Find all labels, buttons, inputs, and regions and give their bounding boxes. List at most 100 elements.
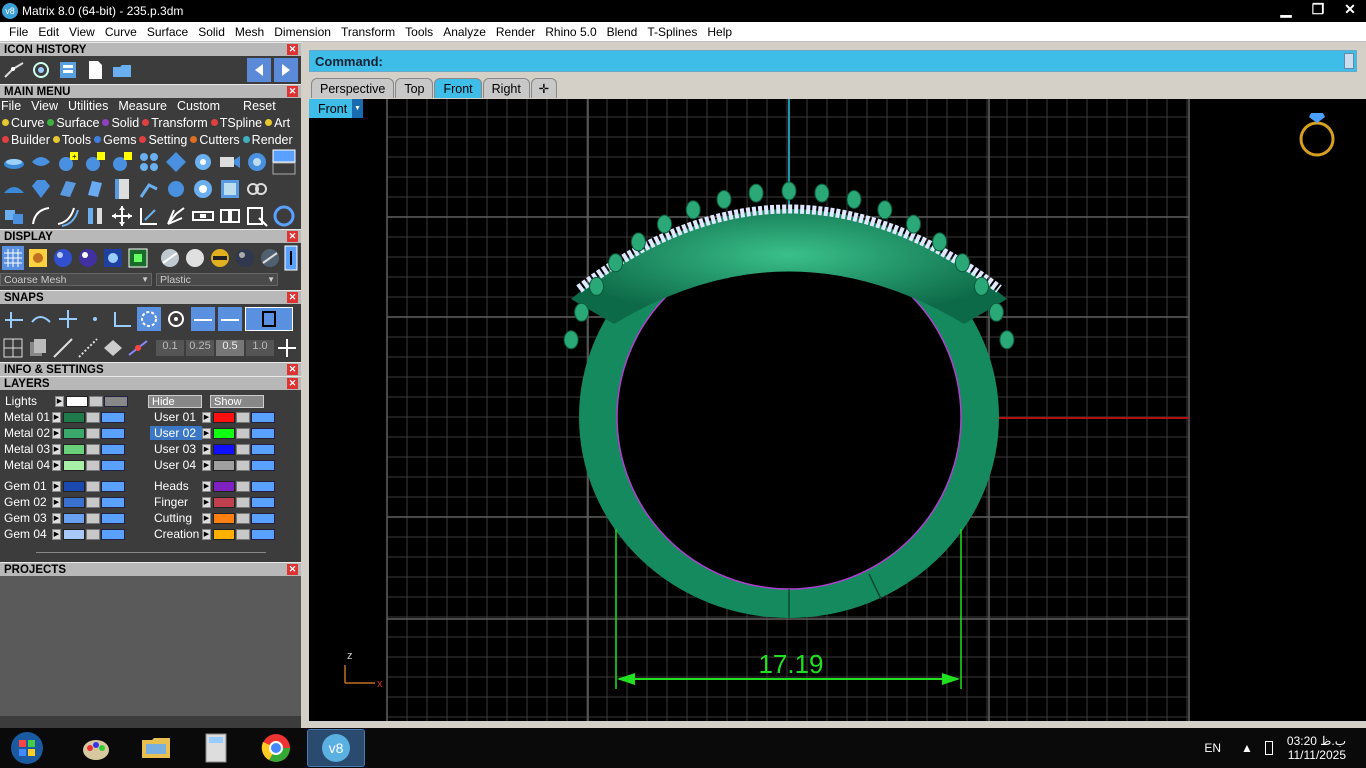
layer-color-swatch[interactable] [63,459,85,471]
layer-name[interactable]: Creation [150,527,202,541]
grid-display-icon[interactable] [127,246,149,270]
prong-tool-icon[interactable] [137,177,161,201]
show-button[interactable]: Show [210,394,264,408]
layer-visible-icon[interactable] [101,427,125,439]
cluster-tool-icon[interactable] [245,150,269,174]
surface-tool-icon[interactable] [2,150,26,174]
ring-nav-icon[interactable] [1299,113,1335,157]
layer-lock-icon[interactable] [86,443,100,455]
layer-row[interactable]: Heads ▶ [150,478,295,494]
layer-row[interactable]: Gem 03 ▶ [0,510,145,526]
camera-tool-icon[interactable] [218,150,242,174]
smarttrack-icon[interactable] [77,336,99,360]
menu-dimension[interactable]: Dimension [269,25,336,39]
snap-tan-icon[interactable] [218,307,242,331]
layer-lock-icon[interactable] [86,512,100,524]
mm-utilities[interactable]: Utilities [68,99,108,113]
menu-help[interactable]: Help [702,25,737,39]
projects-close-icon[interactable]: ✕ [287,564,298,575]
split-tool-icon[interactable] [218,204,242,228]
layer-arrow-icon[interactable]: ▶ [52,528,61,540]
history-forward-icon[interactable] [274,58,298,82]
layer-color-swatch[interactable] [213,496,235,508]
tab-perspective[interactable]: Perspective [311,78,395,98]
layer-color-swatch[interactable] [213,459,235,471]
book-tool-icon[interactable] [56,177,80,201]
snap-cen-icon[interactable] [110,307,134,331]
layer-visible-icon[interactable] [251,411,275,423]
snap-quad-icon[interactable] [164,307,188,331]
lights-color[interactable] [66,395,88,407]
layer-color-swatch[interactable] [213,480,235,492]
menu-render[interactable]: Render [491,25,540,39]
layer-visible-icon[interactable] [251,427,275,439]
new-file-icon[interactable] [83,58,107,82]
twist-tool-icon[interactable] [164,204,188,228]
snap-value-2[interactable]: 0.5 [216,340,244,356]
layer-name[interactable]: Gem 04 [0,527,52,541]
material-metal-icon[interactable] [159,246,181,270]
layer-color-swatch[interactable] [213,512,235,524]
calculator-taskbar-icon[interactable] [187,729,245,767]
layer-visible-icon[interactable] [101,496,125,508]
grid-snap-icon[interactable] [2,336,24,360]
layer-color-swatch[interactable] [63,528,85,540]
layer-color-swatch[interactable] [63,512,85,524]
bar-tool-icon[interactable] [218,177,242,201]
layer-visible-icon[interactable] [101,411,125,423]
layer-name[interactable]: Cutting [150,511,202,525]
layer-visible-icon[interactable] [101,443,125,455]
battery-icon[interactable] [1264,741,1273,755]
layers-close-icon[interactable]: ✕ [287,378,298,389]
layer-lock-icon[interactable] [236,496,250,508]
front-viewport[interactable]: 17.19 z x Front ▼ [309,99,1366,721]
ortho-icon[interactable] [27,336,49,360]
tray-arrow-icon[interactable]: ▲ [1241,741,1253,755]
loft-tool-icon[interactable] [2,177,26,201]
layer-color-swatch[interactable] [213,443,235,455]
snap-grid-toggle-icon[interactable] [276,336,298,360]
halo-tool-icon[interactable] [191,177,215,201]
layer-visible-icon[interactable] [101,512,125,524]
command-scroll[interactable] [1344,53,1354,69]
material-select[interactable]: Plastic ▼ [156,273,278,286]
tab-top[interactable]: Top [395,78,434,98]
trim-tool-icon[interactable] [245,204,269,228]
layer-arrow-icon[interactable]: ▶ [52,480,61,492]
category-cutters[interactable]: Cutters [190,133,240,147]
lights-arrow-icon[interactable]: ▶ [55,395,64,407]
gem-array-icon[interactable] [83,150,107,174]
menu-solid[interactable]: Solid [193,25,230,39]
layer-color-swatch[interactable] [63,411,85,423]
layer-visible-icon[interactable] [101,459,125,471]
menu-view[interactable]: View [64,25,100,39]
layer-row[interactable]: Cutting ▶ [150,510,295,526]
layer-row[interactable]: Metal 02 ▶ [0,425,145,441]
bezel-tool-icon[interactable] [164,177,188,201]
layer-name[interactable]: Metal 03 [0,442,52,456]
circle-tool-icon[interactable] [272,204,296,228]
snaps-header[interactable]: SNAPS ✕ [0,290,301,304]
rendered-sphere-icon[interactable] [77,246,99,270]
menu-surface[interactable]: Surface [142,25,193,39]
cluster-gems-icon[interactable] [245,177,269,201]
layer-name[interactable]: Gem 01 [0,479,52,493]
projects-header[interactable]: PROJECTS ✕ [0,562,301,576]
material-white-icon[interactable] [184,246,206,270]
category-render[interactable]: Render [242,133,293,147]
layer-row[interactable]: User 01 ▶ [150,409,295,425]
layer-name[interactable]: Metal 04 [0,458,52,472]
scale-tool-icon[interactable] [137,204,161,228]
layer-lock-icon[interactable] [236,459,250,471]
icon-history-header[interactable]: ICON HISTORY ✕ [0,42,301,56]
menu-analyze[interactable]: Analyze [438,25,491,39]
layer-row[interactable]: Metal 03 ▶ [0,441,145,457]
layer-visible-icon[interactable] [251,480,275,492]
layer-name[interactable]: Gem 03 [0,511,52,525]
mm-reset[interactable]: Reset [243,99,276,113]
curve-offset-icon[interactable] [56,204,80,228]
layer-row[interactable]: Metal 01 ▶ [0,409,145,425]
pave-tool-icon[interactable] [137,150,161,174]
chrome-taskbar-icon[interactable] [247,729,305,767]
curve-history-icon[interactable] [2,58,26,82]
